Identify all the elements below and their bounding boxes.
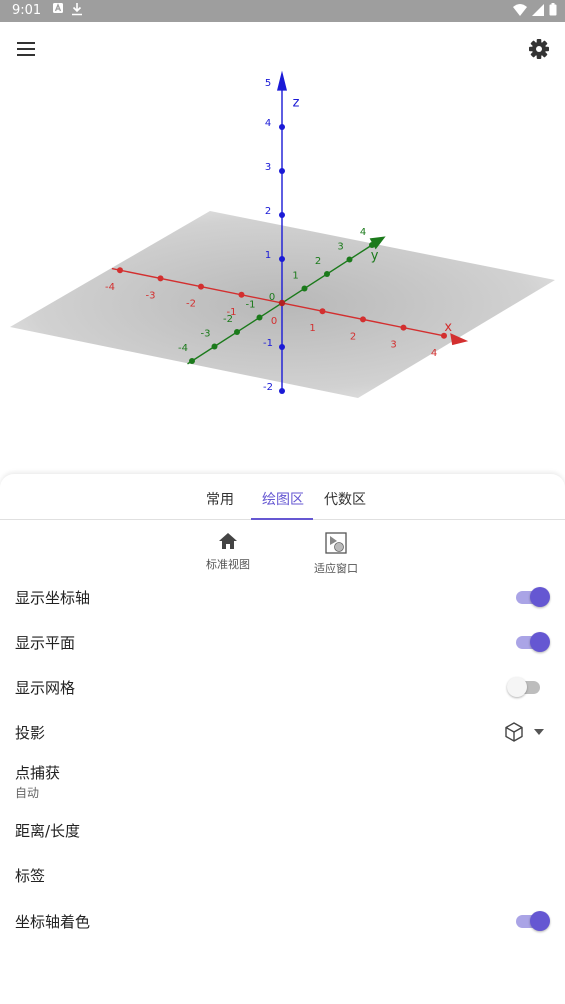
standard-view-label: 标准视图 — [206, 558, 250, 571]
show-plane-toggle[interactable] — [513, 631, 553, 653]
point-capturing-label: 点捕获 — [15, 764, 61, 782]
tab-common[interactable]: 常用 — [206, 489, 234, 509]
y-tick — [256, 314, 263, 321]
cube-icon — [505, 722, 523, 742]
settings-button[interactable] — [524, 34, 554, 64]
x-tick-label: 4 — [431, 348, 437, 359]
x-tick — [400, 324, 407, 331]
fit-window-icon — [325, 532, 347, 554]
x-tick-label: -3 — [146, 290, 156, 301]
y-axis-label: y — [371, 248, 379, 263]
origin-point — [278, 299, 286, 307]
x-tick — [117, 267, 123, 274]
y-tick — [189, 358, 195, 364]
z-tick-label: -2 — [263, 382, 273, 393]
graphics-3d-view[interactable]: -2-112345z-4-3-2-11234x-4-3-2-11234y00 — [0, 66, 565, 476]
show-axes-label: 显示坐标轴 — [15, 589, 91, 607]
z-tick-label: 5 — [265, 78, 271, 89]
fit-window-label: 适应窗口 — [314, 562, 358, 575]
projection-dropdown[interactable] — [503, 719, 551, 745]
show-axes-toggle[interactable] — [513, 586, 553, 608]
menu-button[interactable] — [12, 34, 42, 64]
y-tick-label: 4 — [360, 227, 366, 238]
tab-indicator — [251, 518, 313, 520]
show-plane-label: 显示平面 — [15, 634, 76, 652]
y-tick-label: -2 — [223, 314, 233, 325]
z-tick — [279, 344, 285, 350]
x-tick — [157, 275, 164, 282]
z-tick — [279, 168, 285, 174]
z-tick-label: 3 — [265, 162, 271, 173]
y-tick — [234, 329, 240, 335]
battery-icon — [549, 3, 557, 20]
tab-bar: 常用 绘图区 代数区 — [0, 474, 565, 520]
z-tick-label: 2 — [265, 206, 271, 217]
projection-label: 投影 — [15, 724, 46, 742]
distance-length-label: 距离/长度 — [15, 822, 81, 840]
z-axis-arrow — [277, 70, 287, 91]
tab-graphics[interactable]: 绘图区 — [262, 489, 304, 509]
x-tick — [319, 308, 326, 315]
fit-window-button[interactable]: 适应窗口 — [296, 532, 376, 576]
x-tick — [198, 283, 204, 290]
z-tick-label: 4 — [265, 118, 271, 129]
z-tick-label: -1 — [263, 338, 273, 349]
y-tick-label: 3 — [337, 242, 343, 253]
x-tick-label: -4 — [105, 282, 115, 293]
origin-label-x: 0 — [271, 316, 277, 327]
z-tick — [279, 388, 285, 394]
x-tick-label: 3 — [390, 340, 396, 351]
x-tick-label: 2 — [350, 331, 356, 342]
wifi-icon — [513, 3, 527, 20]
home-icon — [219, 533, 237, 549]
standard-view-button[interactable]: 标准视图 — [188, 532, 268, 572]
gear-icon — [529, 39, 549, 59]
y-tick-label: -1 — [246, 300, 256, 311]
y-tick-label: -4 — [178, 343, 188, 354]
status-time: 9:01 — [12, 3, 42, 18]
z-tick-label: 1 — [265, 250, 271, 261]
axis-coloring-label: 坐标轴着色 — [15, 913, 91, 931]
labeling-label: 标签 — [15, 867, 46, 885]
signal-icon — [532, 3, 544, 20]
z-axis-label: z — [293, 96, 300, 111]
y-tick-label: 2 — [315, 256, 321, 267]
point-capturing-value: 自动 — [15, 786, 40, 800]
status-bar: 9:01 — [0, 0, 565, 22]
y-tick-label: 1 — [292, 271, 298, 282]
y-tick — [211, 343, 218, 350]
x-tick-label: 1 — [309, 323, 315, 334]
x-axis-label: x — [444, 320, 452, 335]
caret-down-icon — [534, 729, 544, 735]
z-tick — [279, 212, 285, 218]
y-tick — [346, 256, 353, 263]
show-grid-label: 显示网格 — [15, 679, 76, 697]
download-icon — [71, 2, 83, 19]
x-tick — [360, 316, 366, 323]
z-tick — [279, 256, 285, 262]
y-tick — [301, 285, 308, 292]
x-tick-label: -2 — [186, 299, 196, 310]
origin-label-y: 0 — [269, 292, 275, 303]
axis-coloring-toggle[interactable] — [513, 910, 553, 932]
x-tick — [238, 291, 245, 298]
y-tick — [324, 271, 330, 277]
show-grid-toggle[interactable] — [507, 676, 547, 698]
y-tick-label: -3 — [201, 329, 211, 340]
z-tick — [279, 124, 285, 130]
notification-a-icon — [52, 2, 64, 17]
tab-algebra[interactable]: 代数区 — [324, 489, 366, 509]
menu-icon — [17, 42, 35, 44]
